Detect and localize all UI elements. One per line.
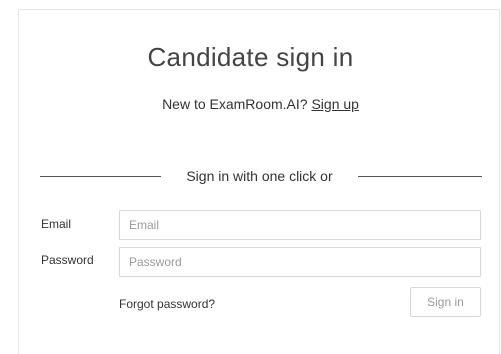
forgot-password-link[interactable]: Forgot password?	[119, 297, 215, 311]
password-field[interactable]	[119, 247, 481, 277]
signup-prompt-text: New to ExamRoom.AI?	[162, 96, 308, 112]
email-field[interactable]	[119, 210, 481, 240]
email-label: Email	[41, 217, 72, 231]
page-title: Candidate sign in	[147, 42, 354, 72]
sign-in-button[interactable]: Sign in	[410, 287, 481, 317]
password-label: Password	[41, 253, 94, 267]
divider-line-right	[358, 176, 482, 177]
signup-prompt: New to ExamRoom.AI? Sign up	[0, 96, 501, 112]
signup-link[interactable]: Sign up	[311, 96, 358, 112]
divider-text: Sign in with one click or	[186, 168, 333, 184]
divider-line-left	[40, 176, 161, 177]
